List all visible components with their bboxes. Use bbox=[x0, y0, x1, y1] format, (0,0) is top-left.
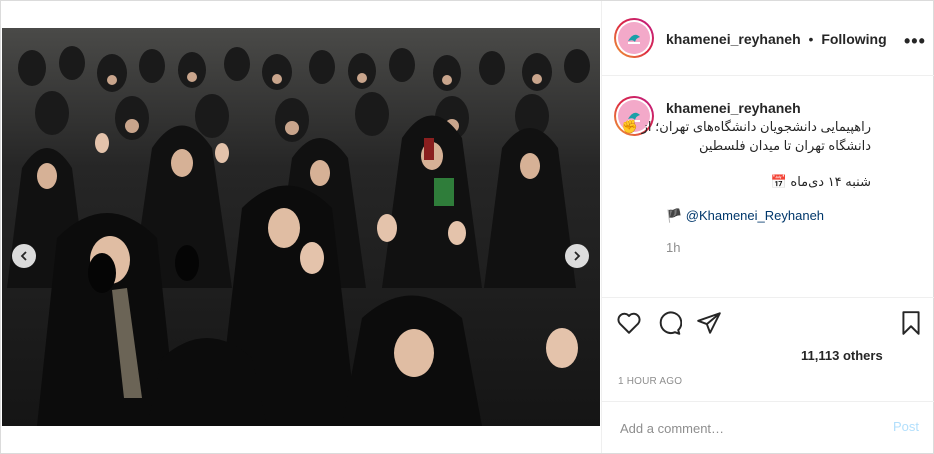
post-header: khamenei_reyhaneh • Following ••• bbox=[602, 1, 934, 76]
caption-line-2: دانشگاه تهران تا میدان فلسطین bbox=[698, 138, 871, 153]
avatar[interactable] bbox=[614, 18, 654, 58]
caption-timestamp[interactable]: 1h bbox=[666, 240, 680, 255]
header-username[interactable]: khamenei_reyhaneh bbox=[666, 31, 801, 47]
likes-count[interactable]: 11,113 others bbox=[801, 348, 883, 363]
profile-logo-icon bbox=[628, 34, 640, 44]
caption-date: شنبه ۱۴ دی‌ماه 📅 bbox=[770, 174, 871, 189]
like-heart-icon[interactable] bbox=[616, 310, 642, 336]
crowd-photo bbox=[2, 28, 600, 426]
post-comment-button[interactable]: Post bbox=[893, 419, 919, 434]
previous-slide-button[interactable] bbox=[12, 244, 36, 268]
chevron-left-icon bbox=[20, 251, 27, 261]
caption-section: khamenei_reyhaneh راهپیمایی دانشجویان دا… bbox=[602, 76, 934, 296]
post-actions: 11,113 others 1 HOUR AGO bbox=[602, 297, 934, 418]
caption-handle-link[interactable]: 🏴 @Khamenei_Reyhaneh bbox=[666, 208, 824, 224]
chevron-right-icon bbox=[574, 251, 581, 261]
post-time-ago[interactable]: 1 HOUR AGO bbox=[618, 376, 682, 387]
next-slide-button[interactable] bbox=[565, 244, 589, 268]
comment-input[interactable] bbox=[618, 416, 872, 440]
caption-line-1: راهپیمایی دانشجویان دانشگاه‌های تهران؛ ا… bbox=[621, 119, 871, 134]
following-button[interactable]: Following bbox=[821, 31, 886, 47]
follow-separator: • bbox=[808, 31, 814, 47]
caption-username[interactable]: khamenei_reyhaneh bbox=[666, 100, 801, 116]
instagram-post: khamenei_reyhaneh • Following ••• khamen… bbox=[0, 0, 934, 454]
post-side-panel: khamenei_reyhaneh • Following ••• khamen… bbox=[601, 1, 934, 453]
comment-bubble-icon[interactable] bbox=[656, 310, 682, 336]
more-options-button[interactable]: ••• bbox=[904, 31, 926, 52]
header-username-row: khamenei_reyhaneh • Following bbox=[666, 31, 887, 47]
post-photo[interactable] bbox=[2, 28, 600, 426]
save-bookmark-icon[interactable] bbox=[898, 310, 924, 336]
share-paper-plane-icon[interactable] bbox=[696, 310, 722, 336]
comment-bar: Post bbox=[602, 401, 934, 454]
